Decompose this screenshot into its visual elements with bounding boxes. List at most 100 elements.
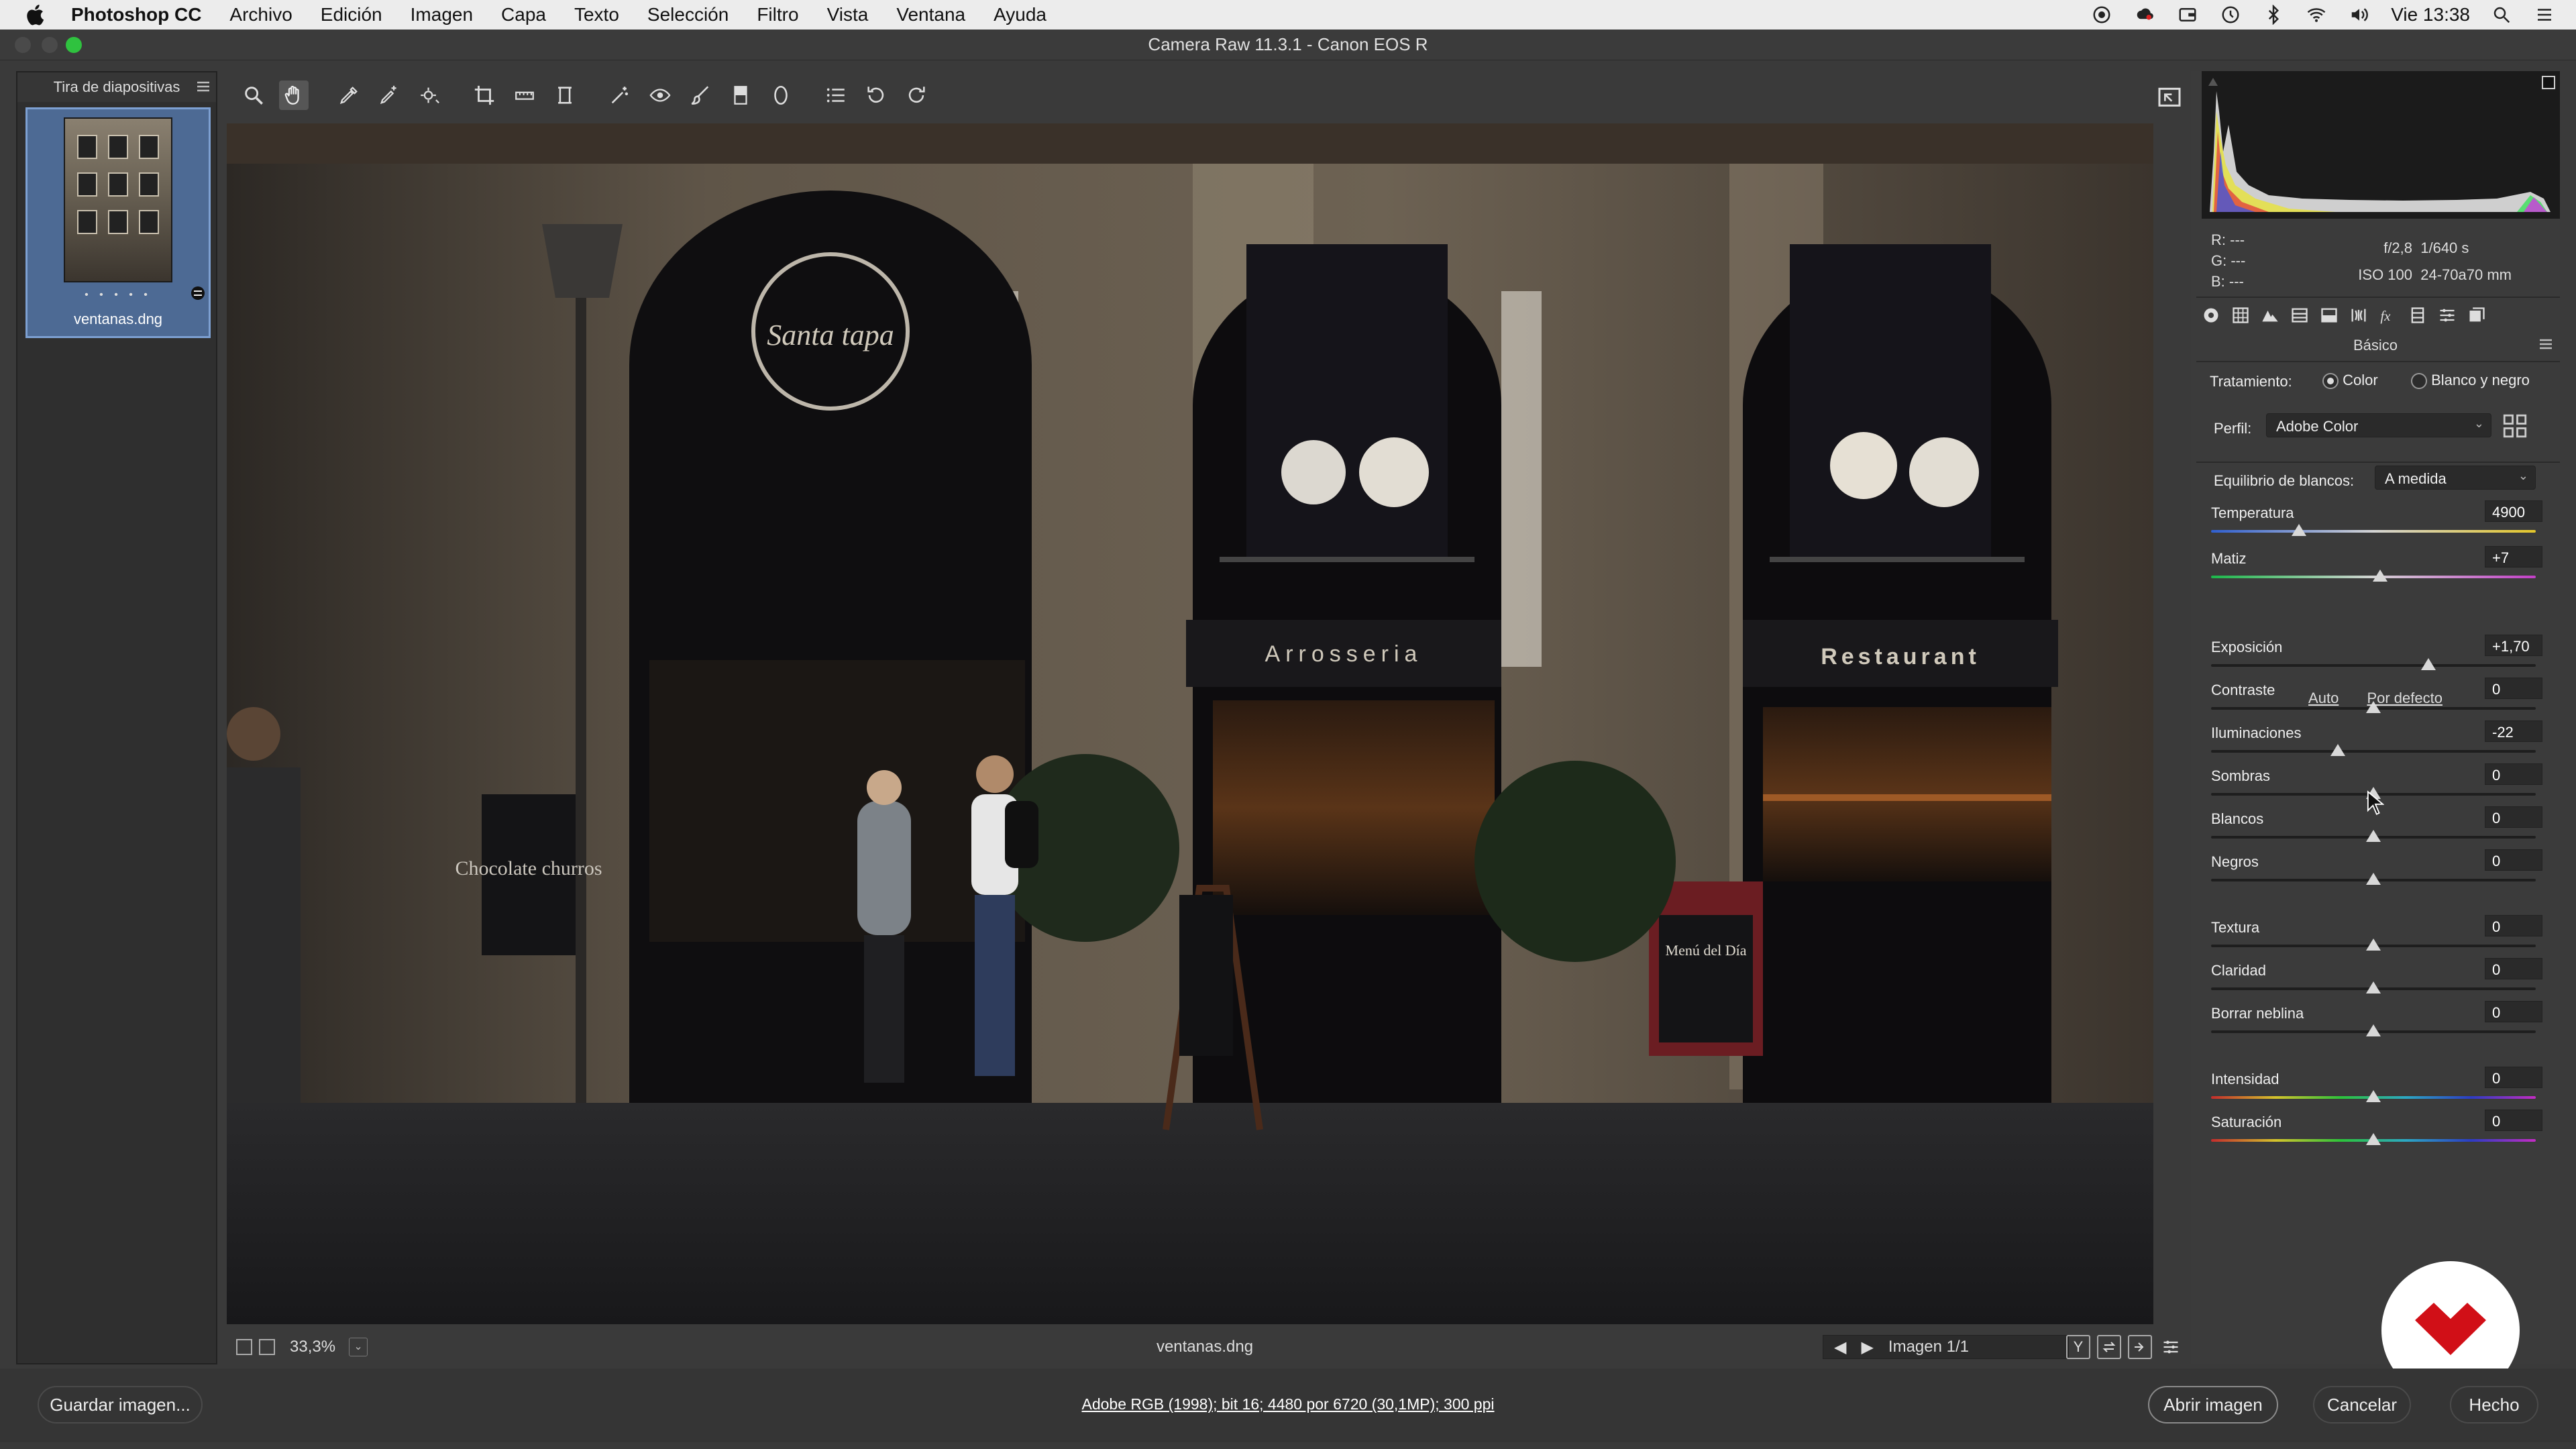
swap-settings-button[interactable] — [2097, 1335, 2121, 1359]
slider-borrar-neblina[interactable]: Borrar neblina 0 — [2211, 1001, 2546, 1044]
wb-dropdown[interactable]: A medida ⌄ — [2375, 466, 2536, 490]
before-after-toggle[interactable]: Y — [2066, 1335, 2090, 1359]
cancel-button[interactable]: Cancelar — [2313, 1386, 2411, 1424]
highlight-clipping-icon[interactable] — [2541, 75, 2556, 90]
slider-knob[interactable] — [2372, 570, 2387, 582]
slider-matiz[interactable]: Matiz +7 — [2211, 546, 2546, 589]
slider-value-field[interactable]: 0 — [2485, 915, 2542, 936]
slider-claridad[interactable]: Claridad 0 — [2211, 958, 2546, 1001]
window-zoom-button[interactable] — [66, 37, 82, 53]
profile-browser-icon[interactable] — [2501, 412, 2529, 440]
slider-knob[interactable] — [2421, 658, 2436, 670]
hand-tool[interactable] — [279, 80, 309, 110]
targeted-adjustment-tool[interactable] — [415, 80, 444, 110]
treatment-bw-option[interactable]: Blanco y negro — [2411, 372, 2530, 390]
slider-negros[interactable]: Negros 0 — [2211, 849, 2546, 892]
white-balance-tool[interactable] — [334, 80, 364, 110]
menu-edicion[interactable]: Edición — [321, 4, 382, 25]
slider-value-field[interactable]: 0 — [2485, 1001, 2542, 1022]
window-close-button[interactable] — [15, 37, 31, 53]
slider-knob[interactable] — [2366, 873, 2381, 885]
thumbnail-rating-dots[interactable]: • • • • • — [28, 289, 209, 301]
slider-track[interactable] — [2211, 750, 2536, 753]
copy-settings-button[interactable] — [2128, 1335, 2152, 1359]
menu-ayuda[interactable]: Ayuda — [994, 4, 1046, 25]
spot-removal-tool[interactable] — [605, 80, 635, 110]
menu-capa[interactable]: Capa — [501, 4, 546, 25]
menu-texto[interactable]: Texto — [574, 4, 619, 25]
menu-filtro[interactable]: Filtro — [757, 4, 798, 25]
bluetooth-icon[interactable] — [2262, 5, 2285, 25]
apple-icon[interactable] — [24, 3, 48, 27]
adjustment-brush-tool[interactable] — [686, 80, 715, 110]
open-image-button[interactable]: Abrir imagen — [2148, 1386, 2278, 1424]
slider-knob[interactable] — [2291, 524, 2306, 536]
color-sampler-tool[interactable] — [374, 80, 404, 110]
done-button[interactable]: Hecho — [2450, 1386, 2538, 1424]
slider-temperatura[interactable]: Temperatura 4900 — [2211, 500, 2546, 543]
panel-menu-icon[interactable] — [2538, 338, 2553, 350]
default-link[interactable]: Por defecto — [2367, 690, 2443, 706]
spotlight-search-icon[interactable] — [2490, 5, 2513, 25]
menu-seleccion[interactable]: Selección — [647, 4, 729, 25]
slider-value-field[interactable]: 0 — [2485, 849, 2542, 871]
shadow-clipping-icon[interactable] — [2206, 75, 2220, 90]
slider-value-field[interactable]: 0 — [2485, 1067, 2542, 1088]
slider-track[interactable] — [2211, 664, 2536, 667]
menu-photoshop[interactable]: Photoshop CC — [71, 4, 201, 25]
slider-knob[interactable] — [2366, 830, 2381, 842]
tab-presets[interactable] — [2436, 305, 2458, 326]
tab-effects[interactable]: fx — [2377, 305, 2399, 326]
crop-tool[interactable] — [470, 80, 499, 110]
preview-preferences-button[interactable] — [2159, 1335, 2183, 1359]
wallet-icon[interactable] — [2176, 5, 2199, 25]
slider-value-field[interactable]: 0 — [2485, 763, 2542, 785]
preferences-tool[interactable] — [821, 80, 851, 110]
slider-knob[interactable] — [2366, 1024, 2381, 1036]
tab-detail[interactable] — [2259, 305, 2281, 326]
slider-value-field[interactable]: 4900 — [2485, 500, 2542, 522]
creative-cloud-icon[interactable] — [2133, 5, 2156, 25]
previous-image-icon[interactable]: ◀ — [1834, 1338, 1846, 1357]
slider-intensidad[interactable]: Intensidad 0 — [2211, 1067, 2546, 1110]
auto-link[interactable]: Auto — [2308, 690, 2339, 706]
rotate-right-tool[interactable] — [902, 80, 931, 110]
radial-filter-tool[interactable] — [766, 80, 796, 110]
treatment-color-radio[interactable] — [2322, 373, 2339, 390]
tab-lens-corrections[interactable] — [2348, 305, 2369, 326]
slider-value-field[interactable]: -22 — [2485, 720, 2542, 742]
slider-track[interactable] — [2211, 530, 2536, 533]
notification-center-icon[interactable] — [2533, 5, 2556, 25]
next-image-icon[interactable]: ▶ — [1861, 1338, 1873, 1357]
menu-archivo[interactable]: Archivo — [229, 4, 292, 25]
volume-icon[interactable] — [2348, 5, 2371, 25]
slider-knob[interactable] — [2366, 1133, 2381, 1145]
menu-imagen[interactable]: Imagen — [411, 4, 473, 25]
transform-tool[interactable] — [550, 80, 580, 110]
slider-knob[interactable] — [2330, 744, 2345, 756]
filmstrip-menu-icon[interactable] — [196, 80, 211, 93]
tab-tone-curve[interactable] — [2230, 305, 2251, 326]
zoom-dropdown[interactable]: ⌄ — [349, 1338, 368, 1356]
menubar-clock[interactable]: Vie 13:38 — [2391, 4, 2470, 25]
tab-calibration[interactable] — [2407, 305, 2428, 326]
red-eye-tool[interactable] — [645, 80, 675, 110]
filmstrip-thumbnail[interactable]: • • • • • ventanas.dng — [25, 107, 211, 338]
treatment-bw-radio[interactable] — [2411, 373, 2427, 390]
menu-vista[interactable]: Vista — [827, 4, 869, 25]
slider-saturacion[interactable]: Saturación 0 — [2211, 1110, 2546, 1152]
wifi-icon[interactable] — [2305, 5, 2328, 25]
record-icon[interactable] — [2090, 5, 2113, 25]
photo-preview[interactable]: Arrosseria Restaurant Santa tapa Chocola… — [227, 123, 2153, 1324]
fullscreen-toggle-icon[interactable] — [2156, 83, 2183, 110]
tab-basic[interactable] — [2200, 305, 2222, 326]
straighten-tool[interactable] — [510, 80, 539, 110]
menu-ventana[interactable]: Ventana — [896, 4, 965, 25]
zoom-in-button[interactable] — [259, 1339, 275, 1355]
slider-knob[interactable] — [2366, 1090, 2381, 1102]
slider-value-field[interactable]: +7 — [2485, 546, 2542, 568]
tab-hsl[interactable] — [2289, 305, 2310, 326]
tab-snapshots[interactable] — [2466, 305, 2487, 326]
zoom-out-button[interactable] — [236, 1339, 252, 1355]
slider-iluminaciones[interactable]: Iluminaciones -22 — [2211, 720, 2546, 763]
